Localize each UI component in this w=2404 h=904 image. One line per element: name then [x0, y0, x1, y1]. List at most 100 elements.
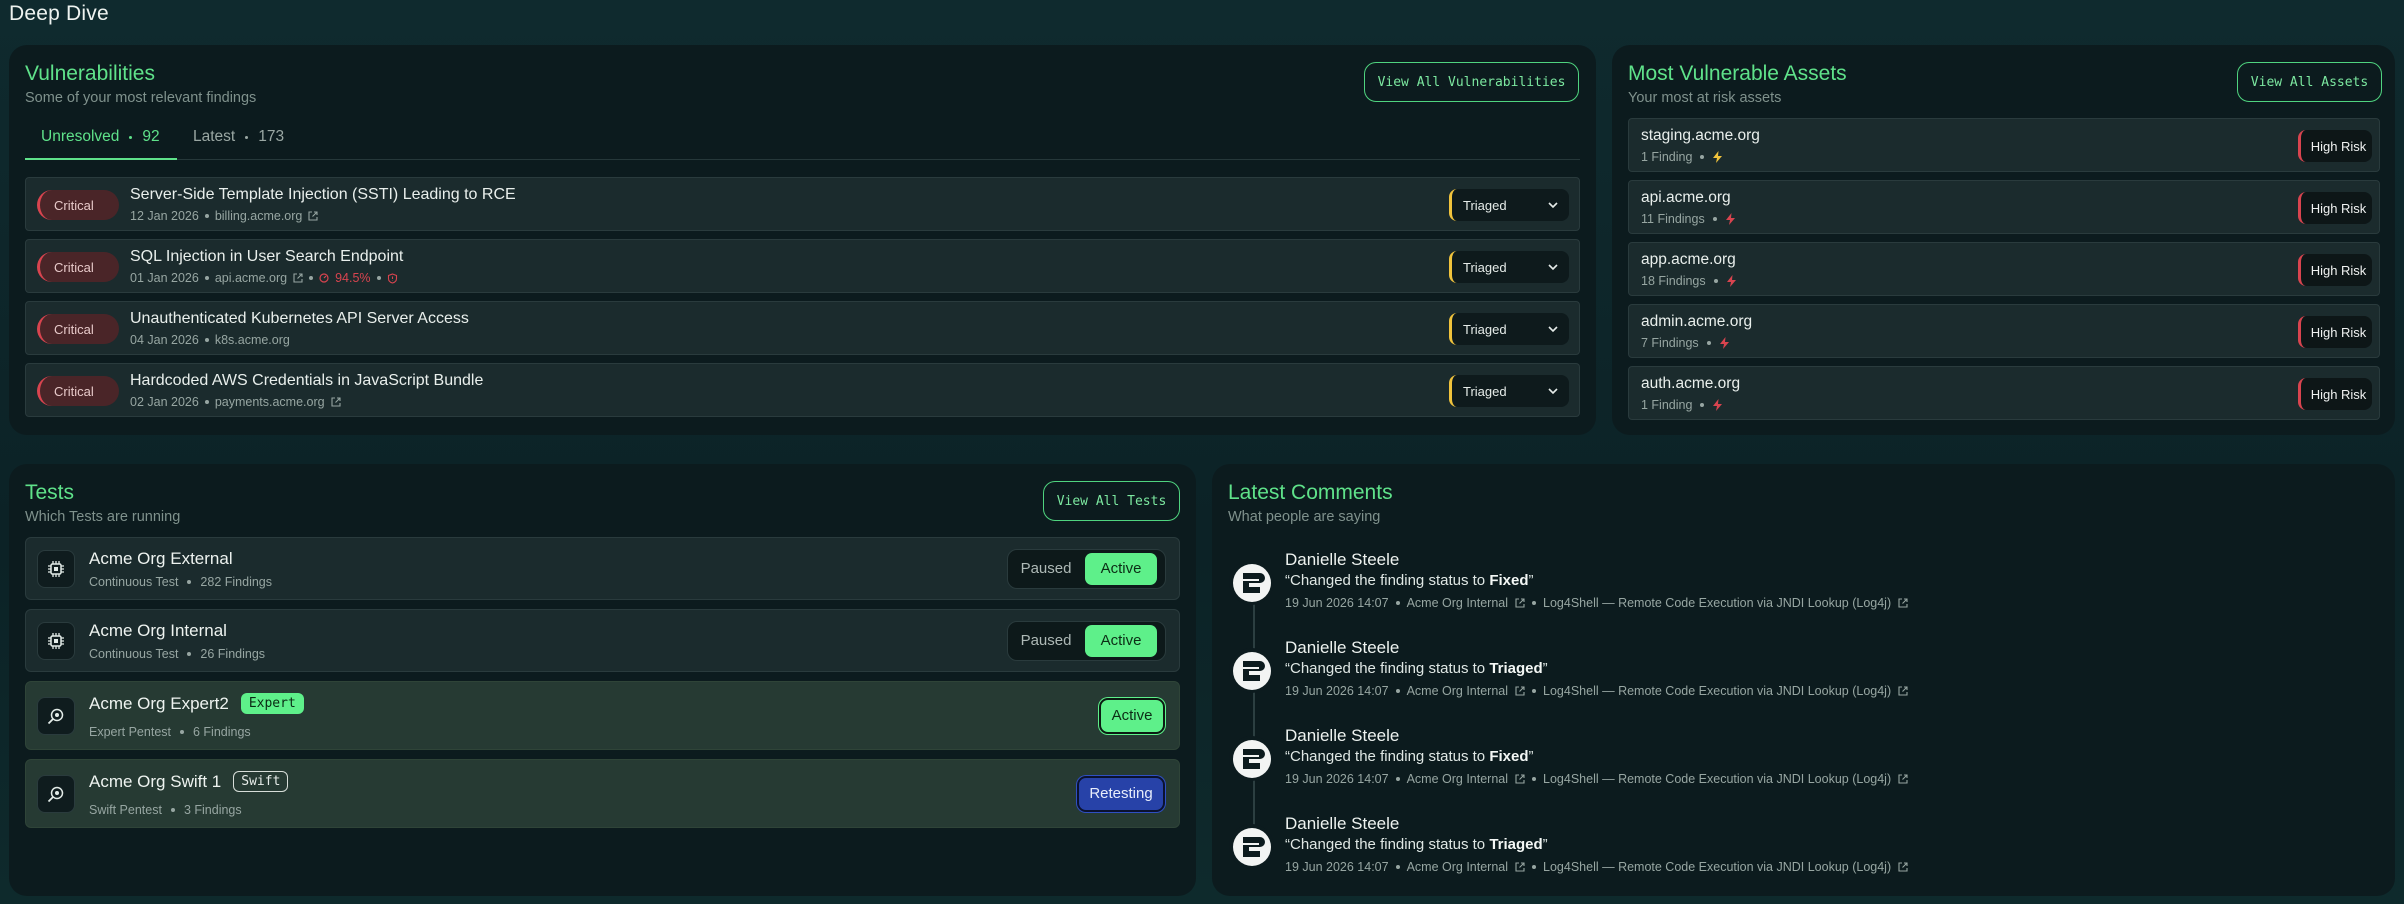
- comment-finding-link[interactable]: Log4Shell — Remote Code Execution via JN…: [1543, 860, 1891, 874]
- asset-findings: 1 Finding: [1641, 150, 1693, 164]
- tab-latest-label: Latest: [193, 128, 236, 145]
- vulnerability-title[interactable]: Hardcoded AWS Credentials in JavaScript …: [130, 372, 483, 390]
- paused-option[interactable]: Paused: [1011, 632, 1081, 649]
- asset-row[interactable]: api.acme.org 11 Findings High Risk: [1628, 180, 2380, 234]
- separator-dot: [1712, 217, 1717, 221]
- expert-chip: Expert: [240, 693, 304, 714]
- test-name: Acme Org Internal: [89, 621, 227, 641]
- external-link-icon[interactable]: [1515, 774, 1525, 784]
- asset-meta: 18 Findings: [1641, 274, 1737, 288]
- external-link-icon[interactable]: [1515, 598, 1525, 608]
- vulnerability-row[interactable]: Critical Server-Side Template Injection …: [25, 177, 1580, 231]
- external-link-icon[interactable]: [308, 211, 318, 221]
- asset-meta: 11 Findings: [1641, 212, 1736, 226]
- tab-unresolved[interactable]: Unresolved 92: [41, 126, 160, 148]
- status-dropdown[interactable]: Triaged: [1449, 375, 1569, 407]
- comment-status: Fixed: [1489, 748, 1529, 765]
- retesting-status-button[interactable]: Retesting: [1077, 775, 1165, 812]
- external-link-icon[interactable]: [293, 273, 303, 283]
- view-all-assets-button[interactable]: View All Assets: [2237, 62, 2382, 102]
- vulnerability-row[interactable]: Critical SQL Injection in User Search En…: [25, 239, 1580, 293]
- vulnerability-row[interactable]: Critical Unauthenticated Kubernetes API …: [25, 301, 1580, 355]
- paused-option[interactable]: Paused: [1011, 560, 1081, 577]
- risk-badge: High Risk: [2298, 254, 2372, 286]
- separator-dot: [1532, 689, 1537, 693]
- severity-badge: Critical: [37, 376, 119, 406]
- tab-latest[interactable]: Latest 173: [193, 126, 284, 148]
- vulnerability-title[interactable]: Server-Side Template Injection (SSTI) Le…: [130, 186, 516, 204]
- test-type: Continuous Test: [89, 575, 179, 589]
- asset-row[interactable]: admin.acme.org 7 Findings High Risk: [1628, 304, 2380, 358]
- active-option[interactable]: Active: [1085, 552, 1157, 585]
- asset-row[interactable]: app.acme.org 18 Findings High Risk: [1628, 242, 2380, 296]
- external-link-icon[interactable]: [1515, 686, 1525, 696]
- test-name-text: Acme Org Internal: [89, 621, 227, 640]
- vulnerability-host[interactable]: api.acme.org: [215, 271, 287, 285]
- comment-suffix: ”: [1542, 836, 1548, 853]
- test-row[interactable]: Acme Org External Continuous Test 282 Fi…: [25, 537, 1180, 600]
- chevron-down-icon: [1548, 264, 1558, 271]
- epss-gauge-icon: [319, 273, 329, 283]
- bolt-red-icon: [1726, 275, 1736, 287]
- avatar: [1229, 560, 1274, 605]
- vulnerabilities-title: Vulnerabilities: [25, 62, 155, 85]
- bolt-red-icon: [1725, 213, 1735, 225]
- external-link-icon[interactable]: [1898, 774, 1908, 784]
- vulnerability-host[interactable]: billing.acme.org: [215, 209, 303, 223]
- epss-score: 94.5%: [335, 271, 371, 285]
- vulnerability-row[interactable]: Critical Hardcoded AWS Credentials in Ja…: [25, 363, 1580, 417]
- asset-row[interactable]: auth.acme.org 1 Finding High Risk: [1628, 366, 2380, 420]
- test-findings: 3 Findings: [183, 803, 242, 817]
- external-link-icon[interactable]: [1898, 598, 1908, 608]
- comment-test-link[interactable]: Acme Org Internal: [1407, 684, 1508, 698]
- vulnerability-date: 01 Jan 2026: [130, 271, 199, 285]
- comment-meta: 19 Jun 2026 14:07 Acme Org Internal Log4…: [1285, 596, 1908, 610]
- view-all-tests-button[interactable]: View All Tests: [1043, 481, 1180, 521]
- separator-dot: [204, 338, 209, 342]
- vulnerability-title[interactable]: Unauthenticated Kubernetes API Server Ac…: [130, 310, 469, 328]
- tests-subtitle: Which Tests are running: [25, 509, 181, 525]
- external-link-icon[interactable]: [1515, 862, 1525, 872]
- test-findings: 282 Findings: [200, 575, 272, 589]
- vulnerability-host[interactable]: payments.acme.org: [215, 395, 325, 409]
- external-link-icon[interactable]: [1898, 686, 1908, 696]
- test-row[interactable]: Acme Org Swift 1 Swift Swift Pentest 3 F…: [25, 759, 1180, 828]
- vulnerability-meta: 04 Jan 2026 k8s.acme.org: [130, 333, 290, 347]
- test-name: Acme Org External: [89, 549, 233, 569]
- lightning-icon: [1713, 151, 1723, 163]
- view-all-vulnerabilities-button[interactable]: View All Vulnerabilities: [1364, 62, 1579, 102]
- vulnerability-host[interactable]: k8s.acme.org: [215, 333, 290, 347]
- test-row[interactable]: Acme Org Expert2 Expert Expert Pentest 6…: [25, 681, 1180, 750]
- asset-row[interactable]: staging.acme.org 1 Finding High Risk: [1628, 118, 2380, 172]
- active-option[interactable]: Active: [1085, 624, 1157, 657]
- comment-text: “Changed the finding status to Triaged”: [1285, 836, 1548, 853]
- external-link-icon[interactable]: [331, 397, 341, 407]
- test-row[interactable]: Acme Org Internal Continuous Test 26 Fin…: [25, 609, 1180, 672]
- comment-test-link[interactable]: Acme Org Internal: [1407, 772, 1508, 786]
- status-dropdown[interactable]: Triaged: [1449, 313, 1569, 345]
- comment-author: Danielle Steele: [1285, 726, 1400, 745]
- test-name: Acme Org Expert2 Expert: [89, 693, 304, 714]
- test-type: Swift Pentest: [89, 803, 162, 817]
- comments-subtitle: What people are saying: [1228, 509, 1381, 525]
- comment-prefix: “Changed the finding status to: [1285, 748, 1490, 765]
- separator-dot: [309, 276, 314, 280]
- comment-author: Danielle Steele: [1285, 638, 1400, 657]
- status-dropdown[interactable]: Triaged: [1449, 251, 1569, 283]
- vulnerability-meta: 02 Jan 2026 payments.acme.org: [130, 395, 341, 409]
- comment-meta: 19 Jun 2026 14:07 Acme Org Internal Log4…: [1285, 772, 1908, 786]
- status-dropdown[interactable]: Triaged: [1449, 189, 1569, 221]
- comment-finding-link[interactable]: Log4Shell — Remote Code Execution via JN…: [1543, 772, 1891, 786]
- asset-name: staging.acme.org: [1641, 127, 1760, 144]
- active-status-button[interactable]: Active: [1099, 697, 1165, 734]
- asset-meta: 1 Finding: [1641, 150, 1723, 164]
- comment-finding-link[interactable]: Log4Shell — Remote Code Execution via JN…: [1543, 684, 1891, 698]
- external-link-icon[interactable]: [1898, 862, 1908, 872]
- comment-test-link[interactable]: Acme Org Internal: [1407, 860, 1508, 874]
- comment-test-link[interactable]: Acme Org Internal: [1407, 596, 1508, 610]
- risk-badge: High Risk: [2298, 316, 2372, 348]
- vulnerability-title[interactable]: SQL Injection in User Search Endpoint: [130, 248, 403, 266]
- separator-dot: [1395, 601, 1400, 605]
- comment-finding-link[interactable]: Log4Shell — Remote Code Execution via JN…: [1543, 596, 1891, 610]
- comment-time: 19 Jun 2026 14:07: [1285, 772, 1389, 786]
